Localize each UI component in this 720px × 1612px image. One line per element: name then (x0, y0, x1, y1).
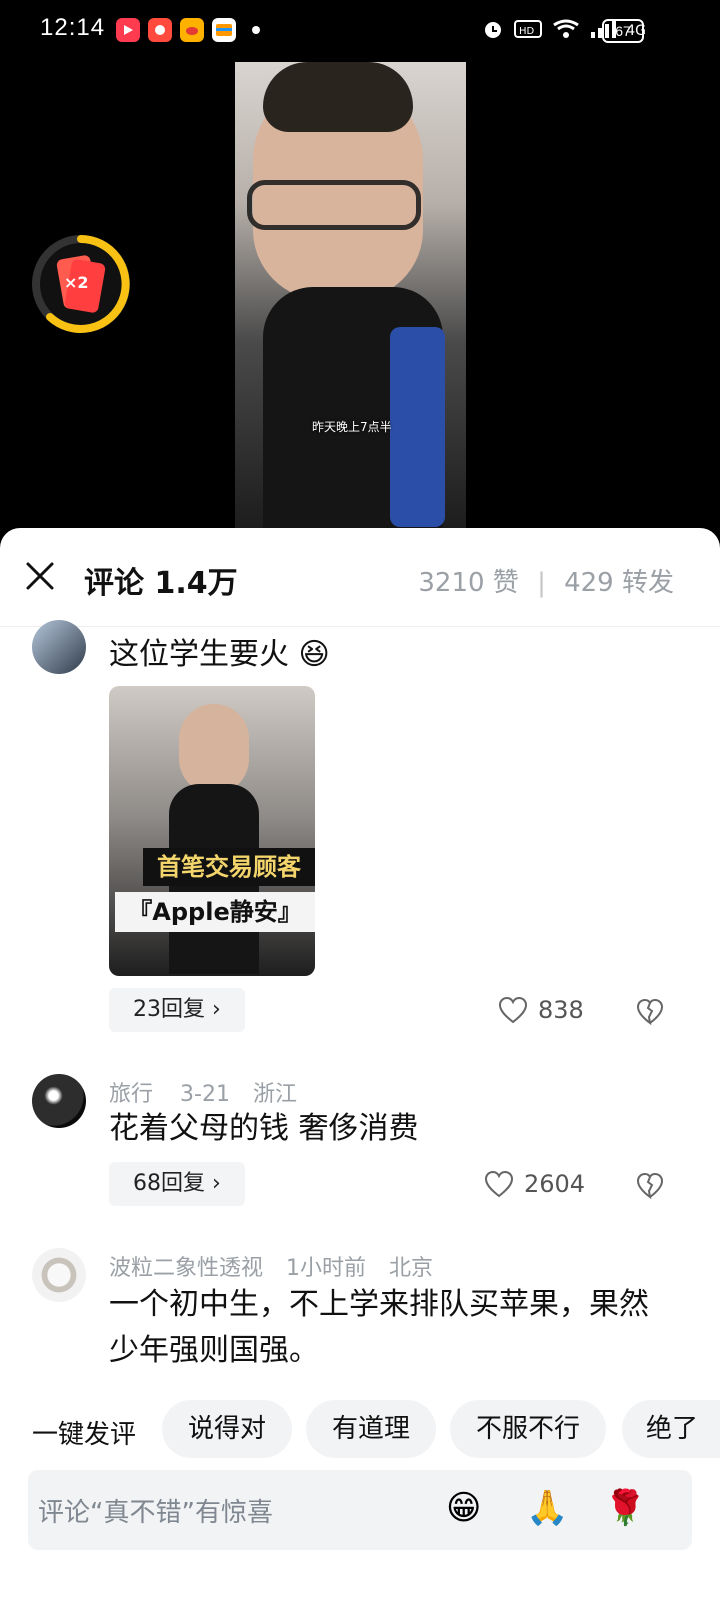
quick-comment-row: 一键发评 说得对 有道理 不服不行 绝了 (0, 1396, 720, 1460)
likes-count: 3210 赞 (418, 568, 519, 598)
video-glasses (247, 180, 421, 230)
comments-sheet: 评论 1.4万 3210 赞 | 429 转发 这位学生要火 😆 首笔交易顾客 … (0, 528, 720, 1612)
comment-date: 3-21 (180, 1082, 230, 1107)
video-hair (263, 62, 413, 132)
rose-emoji-icon[interactable]: 🌹 (604, 1488, 646, 1528)
chevron-right-icon: › (212, 997, 221, 1022)
comment-text-line2: 少年强则国强。 (109, 1333, 319, 1368)
photo-banner-1: 首笔交易顾客 (143, 848, 315, 886)
quick-comment-label: 一键发评 (32, 1420, 137, 1450)
comments-stats: 3210 赞 | 429 转发 (418, 562, 674, 599)
heart-icon (484, 1170, 514, 1198)
comment-text-line1: 一个初中生，不上学来排队买苹果，果然 (109, 1287, 649, 1322)
like-count: 2604 (524, 1170, 586, 1198)
grin-emoji-icon[interactable]: 😁 (446, 1488, 481, 1528)
comments-title: 评论 1.4万 (84, 566, 238, 601)
video-caption: 昨天晚上7点半 (312, 420, 392, 434)
comment-location: 北京 (389, 1256, 434, 1281)
status-bar: 12:14 HD 4G 67 (0, 0, 720, 64)
comment-location: 浙江 (252, 1082, 297, 1107)
broken-heart-icon (636, 998, 664, 1026)
comment-user[interactable]: 旅行 (109, 1082, 153, 1107)
weibo-app-icon (180, 18, 204, 42)
comment-input-bar[interactable]: 评论“真不错”有惊喜 😁 🙏 🌹 (28, 1470, 692, 1550)
replies-button[interactable]: 23回复 › (109, 988, 245, 1032)
comment-text-content: 这位学生要火 (109, 637, 289, 672)
chevron-right-icon: › (212, 1171, 221, 1196)
comment-meta: 旅行 3-21 浙江 (109, 1076, 297, 1108)
video-app-icon (116, 18, 140, 42)
comment-photo[interactable]: 首笔交易顾客 『Apple静安』 (109, 686, 315, 976)
quick-chip[interactable]: 绝了 (622, 1400, 720, 1458)
comment-text: 花着父母的钱 奢侈消费 (109, 1111, 419, 1146)
broken-heart-icon (636, 1172, 664, 1200)
comment-user[interactable]: 波粒二象性透视 (109, 1256, 263, 1281)
like-count: 838 (538, 996, 584, 1024)
like-button[interactable]: 838 (498, 996, 584, 1024)
stats-separator: | (537, 568, 546, 598)
battery-indicator: 67 (602, 19, 644, 43)
reward-label: ×2 (64, 273, 89, 292)
comment-text: 这位学生要火 😆 (109, 632, 330, 678)
quick-chip[interactable]: 说得对 (162, 1400, 292, 1458)
close-icon (26, 562, 54, 590)
dislike-button[interactable] (636, 998, 664, 1026)
notification-dot (252, 26, 260, 34)
comment-meta: 波粒二象性透视 1小时前 北京 (109, 1250, 433, 1282)
wifi-icon (552, 19, 580, 43)
comment-avatar[interactable] (32, 1248, 86, 1302)
comment-avatar[interactable] (32, 620, 86, 674)
svg-text:HD: HD (519, 26, 535, 37)
laughing-emoji-icon: 😆 (298, 637, 330, 672)
pray-emoji-icon[interactable]: 🙏 (526, 1488, 568, 1528)
hd-icon: HD (514, 20, 543, 42)
alarm-icon (482, 18, 504, 44)
status-time: 12:14 (40, 14, 106, 41)
comment-date: 1小时前 (286, 1256, 367, 1281)
like-button[interactable]: 2604 (484, 1170, 585, 1198)
video-backpack-strap (390, 327, 445, 527)
dislike-button[interactable] (636, 1172, 664, 1200)
replies-button[interactable]: 68回复 › (109, 1162, 245, 1206)
status-app-icons (116, 18, 260, 42)
quick-chip[interactable]: 有道理 (306, 1400, 436, 1458)
comment-input-placeholder[interactable]: 评论“真不错”有惊喜 (38, 1492, 273, 1529)
comment-text: 一个初中生，不上学来排队买苹果，果然 少年强则国强。 (109, 1282, 649, 1374)
shares-count: 429 转发 (564, 568, 674, 598)
close-button[interactable] (22, 558, 58, 594)
quick-chip[interactable]: 不服不行 (450, 1400, 606, 1458)
comment-avatar[interactable] (32, 1074, 86, 1128)
replies-count: 68回复 (133, 1171, 205, 1196)
heart-icon (498, 996, 528, 1024)
reward-bubble[interactable]: ×2 (30, 233, 132, 335)
video-player[interactable]: 昨天晚上7点半 (235, 62, 466, 528)
replies-count: 23回复 (133, 997, 205, 1022)
news-app-icon (148, 18, 172, 42)
comments-header: 评论 1.4万 3210 赞 | 429 转发 (0, 528, 720, 627)
photo-banner-2: 『Apple静安』 (115, 892, 315, 932)
wallet-app-icon (212, 18, 236, 42)
photo-face (179, 704, 249, 794)
